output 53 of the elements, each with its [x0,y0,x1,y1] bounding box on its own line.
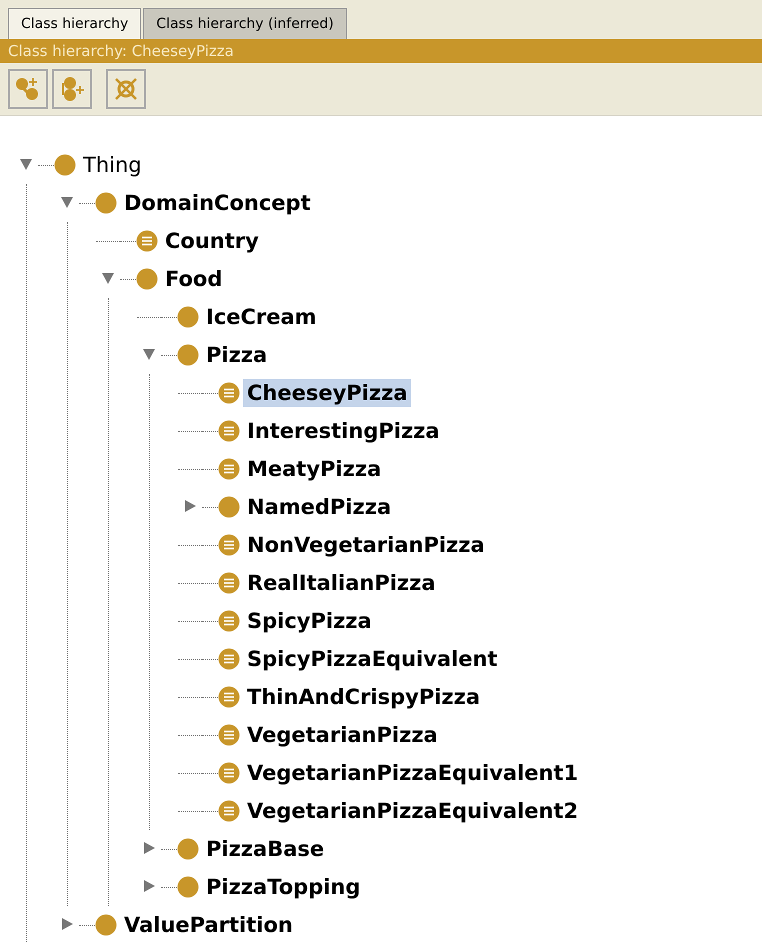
class-icon [177,838,199,860]
tab[interactable]: Class hierarchy (inferred) [143,8,347,39]
class-label[interactable]: DomainConcept [120,189,315,217]
tab[interactable]: Class hierarchy [8,8,142,39]
class-label[interactable]: NamedPizza [243,493,396,521]
collapsed-arrow-icon[interactable] [142,878,156,892]
class-label[interactable]: Food [161,265,226,293]
panel-title: Class hierarchy: CheeseyPizza [0,39,762,63]
defined-class-icon [218,572,240,594]
defined-class-icon [218,686,240,708]
class-label[interactable]: Country [161,227,263,255]
defined-class-icon [218,458,240,480]
class-label[interactable]: VegetarianPizzaEquivalent1 [243,759,582,787]
expanded-arrow-icon[interactable] [19,156,33,170]
class-label[interactable]: MeatyPizza [243,455,386,483]
class-icon [177,306,199,328]
collapsed-arrow-icon[interactable] [60,916,74,930]
defined-class-icon [218,610,240,632]
expanded-arrow-icon[interactable] [60,194,74,208]
class-label[interactable]: ValuePartition [120,911,297,939]
class-icon [177,344,199,366]
class-label[interactable]: InterestingPizza [243,417,444,445]
class-icon [218,496,240,518]
class-label[interactable]: PizzaBase [202,835,328,863]
class-label[interactable]: PizzaTopping [202,873,364,901]
class-label[interactable]: Thing [79,151,146,179]
expanded-arrow-icon[interactable] [142,346,156,360]
class-label[interactable]: IceCream [202,303,321,331]
collapsed-arrow-icon[interactable] [183,498,197,512]
defined-class-icon [218,382,240,404]
defined-class-icon [218,420,240,442]
class-icon [54,154,76,176]
defined-class-icon [218,800,240,822]
defined-class-icon [218,762,240,784]
defined-class-icon [218,724,240,746]
defined-class-icon [218,648,240,670]
class-icon [177,876,199,898]
class-label[interactable]: VegetarianPizza [243,721,442,749]
class-label[interactable]: CheeseyPizza [243,379,412,407]
expanded-arrow-icon[interactable] [101,270,115,284]
class-icon [95,192,117,214]
class-label[interactable]: Pizza [202,341,272,369]
class-icon [95,914,117,936]
class-label[interactable]: ThinAndCrispyPizza [243,683,484,711]
class-label[interactable]: SpicyPizzaEquivalent [243,645,502,673]
class-label[interactable]: RealItalianPizza [243,569,440,597]
class-icon [136,268,158,290]
defined-class-icon [136,230,158,252]
class-label[interactable]: SpicyPizza [243,607,376,635]
collapsed-arrow-icon[interactable] [142,840,156,854]
defined-class-icon [218,534,240,556]
class-label[interactable]: NonVegetarianPizza [243,531,489,559]
class-label[interactable]: VegetarianPizzaEquivalent2 [243,797,582,825]
